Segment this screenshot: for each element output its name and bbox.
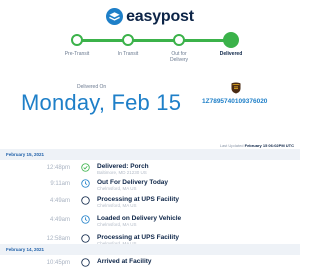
step-dot (173, 34, 185, 46)
event-title: Processing at UPS Facility (97, 234, 180, 241)
event-time: 9:11am (50, 181, 70, 187)
easypost-logo-icon (106, 8, 124, 25)
tracking-event: 10:45pm Arrived at Facility (0, 255, 300, 269)
event-time: 12:58am (46, 236, 70, 242)
day-header: February 15, 2021 (0, 149, 300, 160)
step-label: Out for Delivery (169, 51, 189, 63)
step-delivered: Delivered (201, 32, 261, 57)
event-title: Arrived at Facility (97, 258, 152, 265)
ups-logo-icon (231, 82, 241, 94)
tracking-number[interactable]: 1Z7895740109376020 (202, 98, 267, 105)
event-location: Chelmsford, MA US (97, 203, 137, 208)
circle-icon (81, 196, 90, 205)
step-dot (71, 34, 83, 46)
delivery-date: Monday, Feb 15 (21, 90, 182, 115)
step-label: Pre-Transit (64, 51, 90, 57)
last-updated: Last Updated February 15 06:02PM UTC (219, 143, 294, 148)
tracking-event: 4:49am Loaded on Delivery Vehicle Chelms… (0, 212, 300, 231)
event-time: 4:49am (49, 198, 70, 204)
step-dot (122, 34, 134, 46)
circle-icon (81, 234, 90, 243)
event-title: Loaded on Delivery Vehicle (97, 215, 182, 222)
event-location: Chelmsford, MA US (97, 186, 137, 191)
clock-icon (81, 215, 90, 224)
event-time: 10:45pm (46, 260, 70, 266)
step-label: Delivered (219, 51, 243, 57)
step-dot-current (223, 32, 239, 48)
event-location: Chelmsford, MA US (97, 222, 137, 227)
event-title: Processing at UPS Facility (97, 196, 180, 203)
tracking-event: 4:49am Processing at UPS Facility Chelms… (0, 193, 300, 212)
event-title: Delivered: Porch (97, 163, 149, 170)
event-title: Out For Delivery Today (97, 179, 169, 186)
event-time: 4:49am (49, 217, 70, 223)
circle-icon (81, 258, 90, 267)
step-out-for-delivery: Out for Delivery (149, 32, 209, 63)
event-location: Baltimore, MD 21230 US (97, 170, 147, 175)
day-header: February 14, 2021 (0, 244, 300, 255)
brand-name: easypost (126, 7, 194, 25)
check-circle-icon (81, 163, 90, 172)
progress-tracker: Pre-Transit In Transit Out for Delivery … (0, 32, 300, 78)
header: easypost (0, 0, 300, 33)
clock-icon (81, 179, 90, 188)
step-label: In Transit (117, 51, 139, 57)
event-time: 12:48pm (46, 165, 70, 171)
